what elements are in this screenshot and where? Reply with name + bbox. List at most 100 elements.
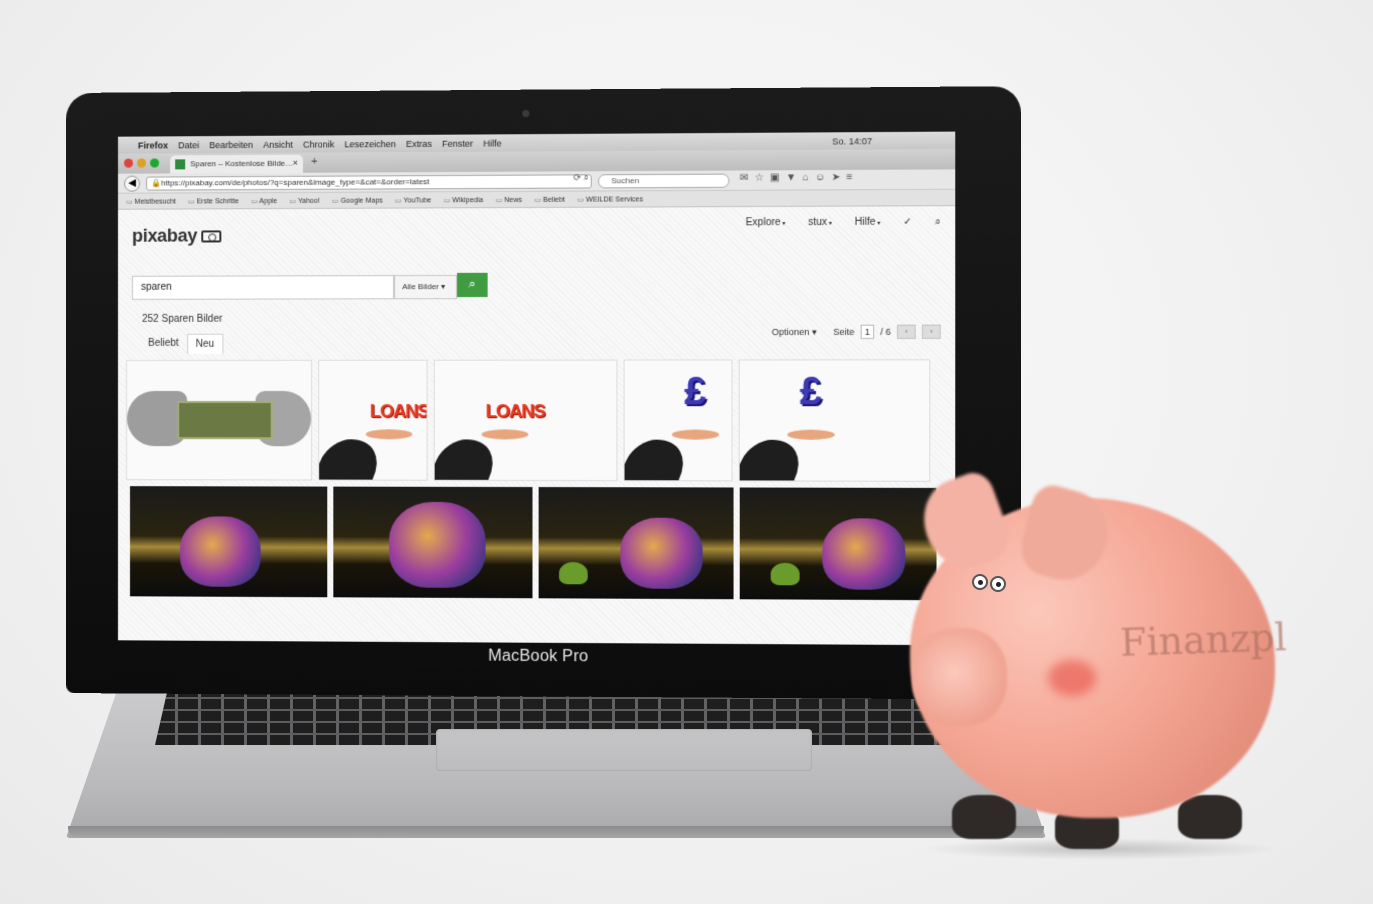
pixabay-page: pixabay Explore stux Hilfe ✓ ⌕ sparen Al… <box>117 206 956 646</box>
frog-figure <box>559 561 588 585</box>
bookmark-item[interactable]: Apple <box>251 197 277 205</box>
thumbnail-pound[interactable]: £ <box>623 359 733 482</box>
dollar-bill <box>177 401 273 440</box>
thumbnail-dollar[interactable] <box>126 359 313 481</box>
hand-shape <box>365 429 413 440</box>
thumbnail-loans[interactable]: LOANS <box>318 359 428 481</box>
menu-datei[interactable]: Datei <box>178 140 199 150</box>
camera-icon <box>201 230 222 243</box>
thumbnail-money-bag[interactable] <box>130 486 328 598</box>
menu-ansicht[interactable]: Ansicht <box>263 139 293 149</box>
frog-figure <box>770 562 800 586</box>
laptop-front-edge <box>68 826 1044 838</box>
back-arrow-icon[interactable]: ◀ <box>124 175 141 192</box>
loans-text: LOANS <box>369 401 428 422</box>
menu-fenster[interactable]: Fenster <box>442 138 473 148</box>
close-window-icon[interactable] <box>124 158 134 168</box>
search-input[interactable]: sparen <box>132 275 395 300</box>
pagination: Optionen ▾ Seite 1 / 6 ‹ › <box>772 324 941 340</box>
check-icon[interactable]: ✓ <box>903 217 912 228</box>
thumbnail-pound[interactable]: £ <box>738 359 931 482</box>
url-bar[interactable]: 🔒 https://pixabay.com/de/photos/?q=spare… <box>146 174 592 191</box>
arm-shape <box>433 439 508 480</box>
tab-title: Sparen – Kostenlose Bilde… <box>190 158 294 169</box>
page-total: / 6 <box>880 326 891 337</box>
bookmark-item[interactable]: WEILDE Services <box>577 195 643 203</box>
bookmark-item[interactable]: Meistbesucht <box>126 197 176 205</box>
pound-symbol: £ <box>684 370 706 414</box>
thumbnail-money-bag[interactable] <box>538 487 734 600</box>
tab-neu[interactable]: Neu <box>186 333 224 354</box>
menu-bearbeiten[interactable]: Bearbeiten <box>209 139 253 149</box>
url-text: https://pixabay.com/de/photos/?q=sparen&… <box>161 177 430 188</box>
photo-scene: Firefox Datei Bearbeiten Ansicht Chronik… <box>0 0 1373 904</box>
thumbnail-row: LOANS LOANS £ £ <box>126 359 931 482</box>
money-bag <box>822 518 906 590</box>
menu-extras[interactable]: Extras <box>406 138 432 148</box>
laptop-brand-label: MacBook Pro <box>488 647 589 666</box>
tab-beliebt[interactable]: Beliebt <box>140 334 187 354</box>
toolbar-icons[interactable]: ✉☆▣▼⌂☺➤≡ <box>740 172 859 184</box>
laptop-screen: Firefox Datei Bearbeiten Ansicht Chronik… <box>117 131 956 646</box>
menu-lesezeichen[interactable]: Lesezeichen <box>345 139 396 149</box>
window-controls <box>124 158 160 168</box>
bookmark-item[interactable]: Wikipedia <box>444 196 483 204</box>
thumbnail-row <box>130 486 937 601</box>
nav-explore[interactable]: Explore <box>746 217 786 228</box>
hand-shape <box>481 429 529 440</box>
menu-hilfe[interactable]: Hilfe <box>483 138 501 148</box>
pig-eye <box>990 576 1006 592</box>
pound-symbol: £ <box>799 370 822 414</box>
laptop-trackpad <box>436 729 812 771</box>
browser-search-field[interactable]: Suchen <box>597 173 730 189</box>
bookmark-item[interactable]: Beliebt <box>534 195 565 203</box>
menu-firefox[interactable]: Firefox <box>138 140 168 150</box>
magnifier-icon: ⌕ <box>468 275 477 292</box>
loans-text: LOANS <box>485 401 545 422</box>
close-tab-icon[interactable]: × <box>293 158 298 168</box>
bookmark-item[interactable]: Google Maps <box>332 196 383 204</box>
zoom-window-icon[interactable] <box>150 158 160 168</box>
pig-leg <box>952 795 1016 839</box>
prev-page-button[interactable]: ‹ <box>897 324 916 339</box>
hand-shape <box>671 429 720 440</box>
page-number-input[interactable]: 1 <box>860 324 875 339</box>
minimize-window-icon[interactable] <box>137 158 147 168</box>
lock-icon: 🔒 <box>151 178 162 188</box>
new-tab-icon[interactable]: + <box>311 156 318 168</box>
nav-user[interactable]: stux <box>808 217 832 228</box>
browser-tab[interactable]: Sparen – Kostenlose Bilde… × <box>170 154 304 174</box>
top-navigation: Explore stux Hilfe ✓ ⌕ <box>746 216 941 228</box>
reload-icon[interactable]: ⟳ ⌕ <box>573 172 588 183</box>
money-bag <box>180 516 261 587</box>
search-button[interactable]: ⌕ <box>457 272 488 298</box>
options-dropdown[interactable]: Optionen ▾ <box>772 326 817 337</box>
piggy-bank-lettering: Finanzpl <box>1119 615 1288 665</box>
image-type-select[interactable]: Alle Bilder ▾ <box>394 274 458 300</box>
money-bag <box>620 517 703 589</box>
thumbnail-loans[interactable]: LOANS <box>433 359 618 482</box>
menu-chronik[interactable]: Chronik <box>303 139 334 149</box>
pig-cheek <box>1048 660 1096 696</box>
next-page-button[interactable]: › <box>921 324 941 339</box>
result-count: 252 Sparen Bilder <box>142 313 223 325</box>
pixabay-logo[interactable]: pixabay <box>132 225 222 246</box>
arm-shape <box>318 439 392 480</box>
thumbnail-money-bag[interactable] <box>739 487 937 601</box>
bookmark-item[interactable]: News <box>495 195 522 203</box>
bookmark-item[interactable]: Yahoo! <box>289 196 320 204</box>
pig-eye <box>972 574 988 590</box>
pig-leg <box>1178 795 1242 839</box>
page-label: Seite <box>833 326 855 337</box>
search-icon[interactable]: ⌕ <box>935 216 941 227</box>
bookmark-item[interactable]: YouTube <box>395 196 431 204</box>
select-value: Alle Bilder <box>402 282 439 292</box>
nav-hilfe[interactable]: Hilfe <box>855 217 881 228</box>
arm-shape <box>738 439 814 481</box>
bookmark-item[interactable]: Erste Schritte <box>188 197 239 205</box>
menubar-clock: So. 14:07 <box>832 135 873 147</box>
hand-shape <box>787 429 835 440</box>
thumbnail-money-bag[interactable] <box>333 486 533 599</box>
money-bag <box>389 501 486 588</box>
logo-text: pixabay <box>132 225 198 246</box>
